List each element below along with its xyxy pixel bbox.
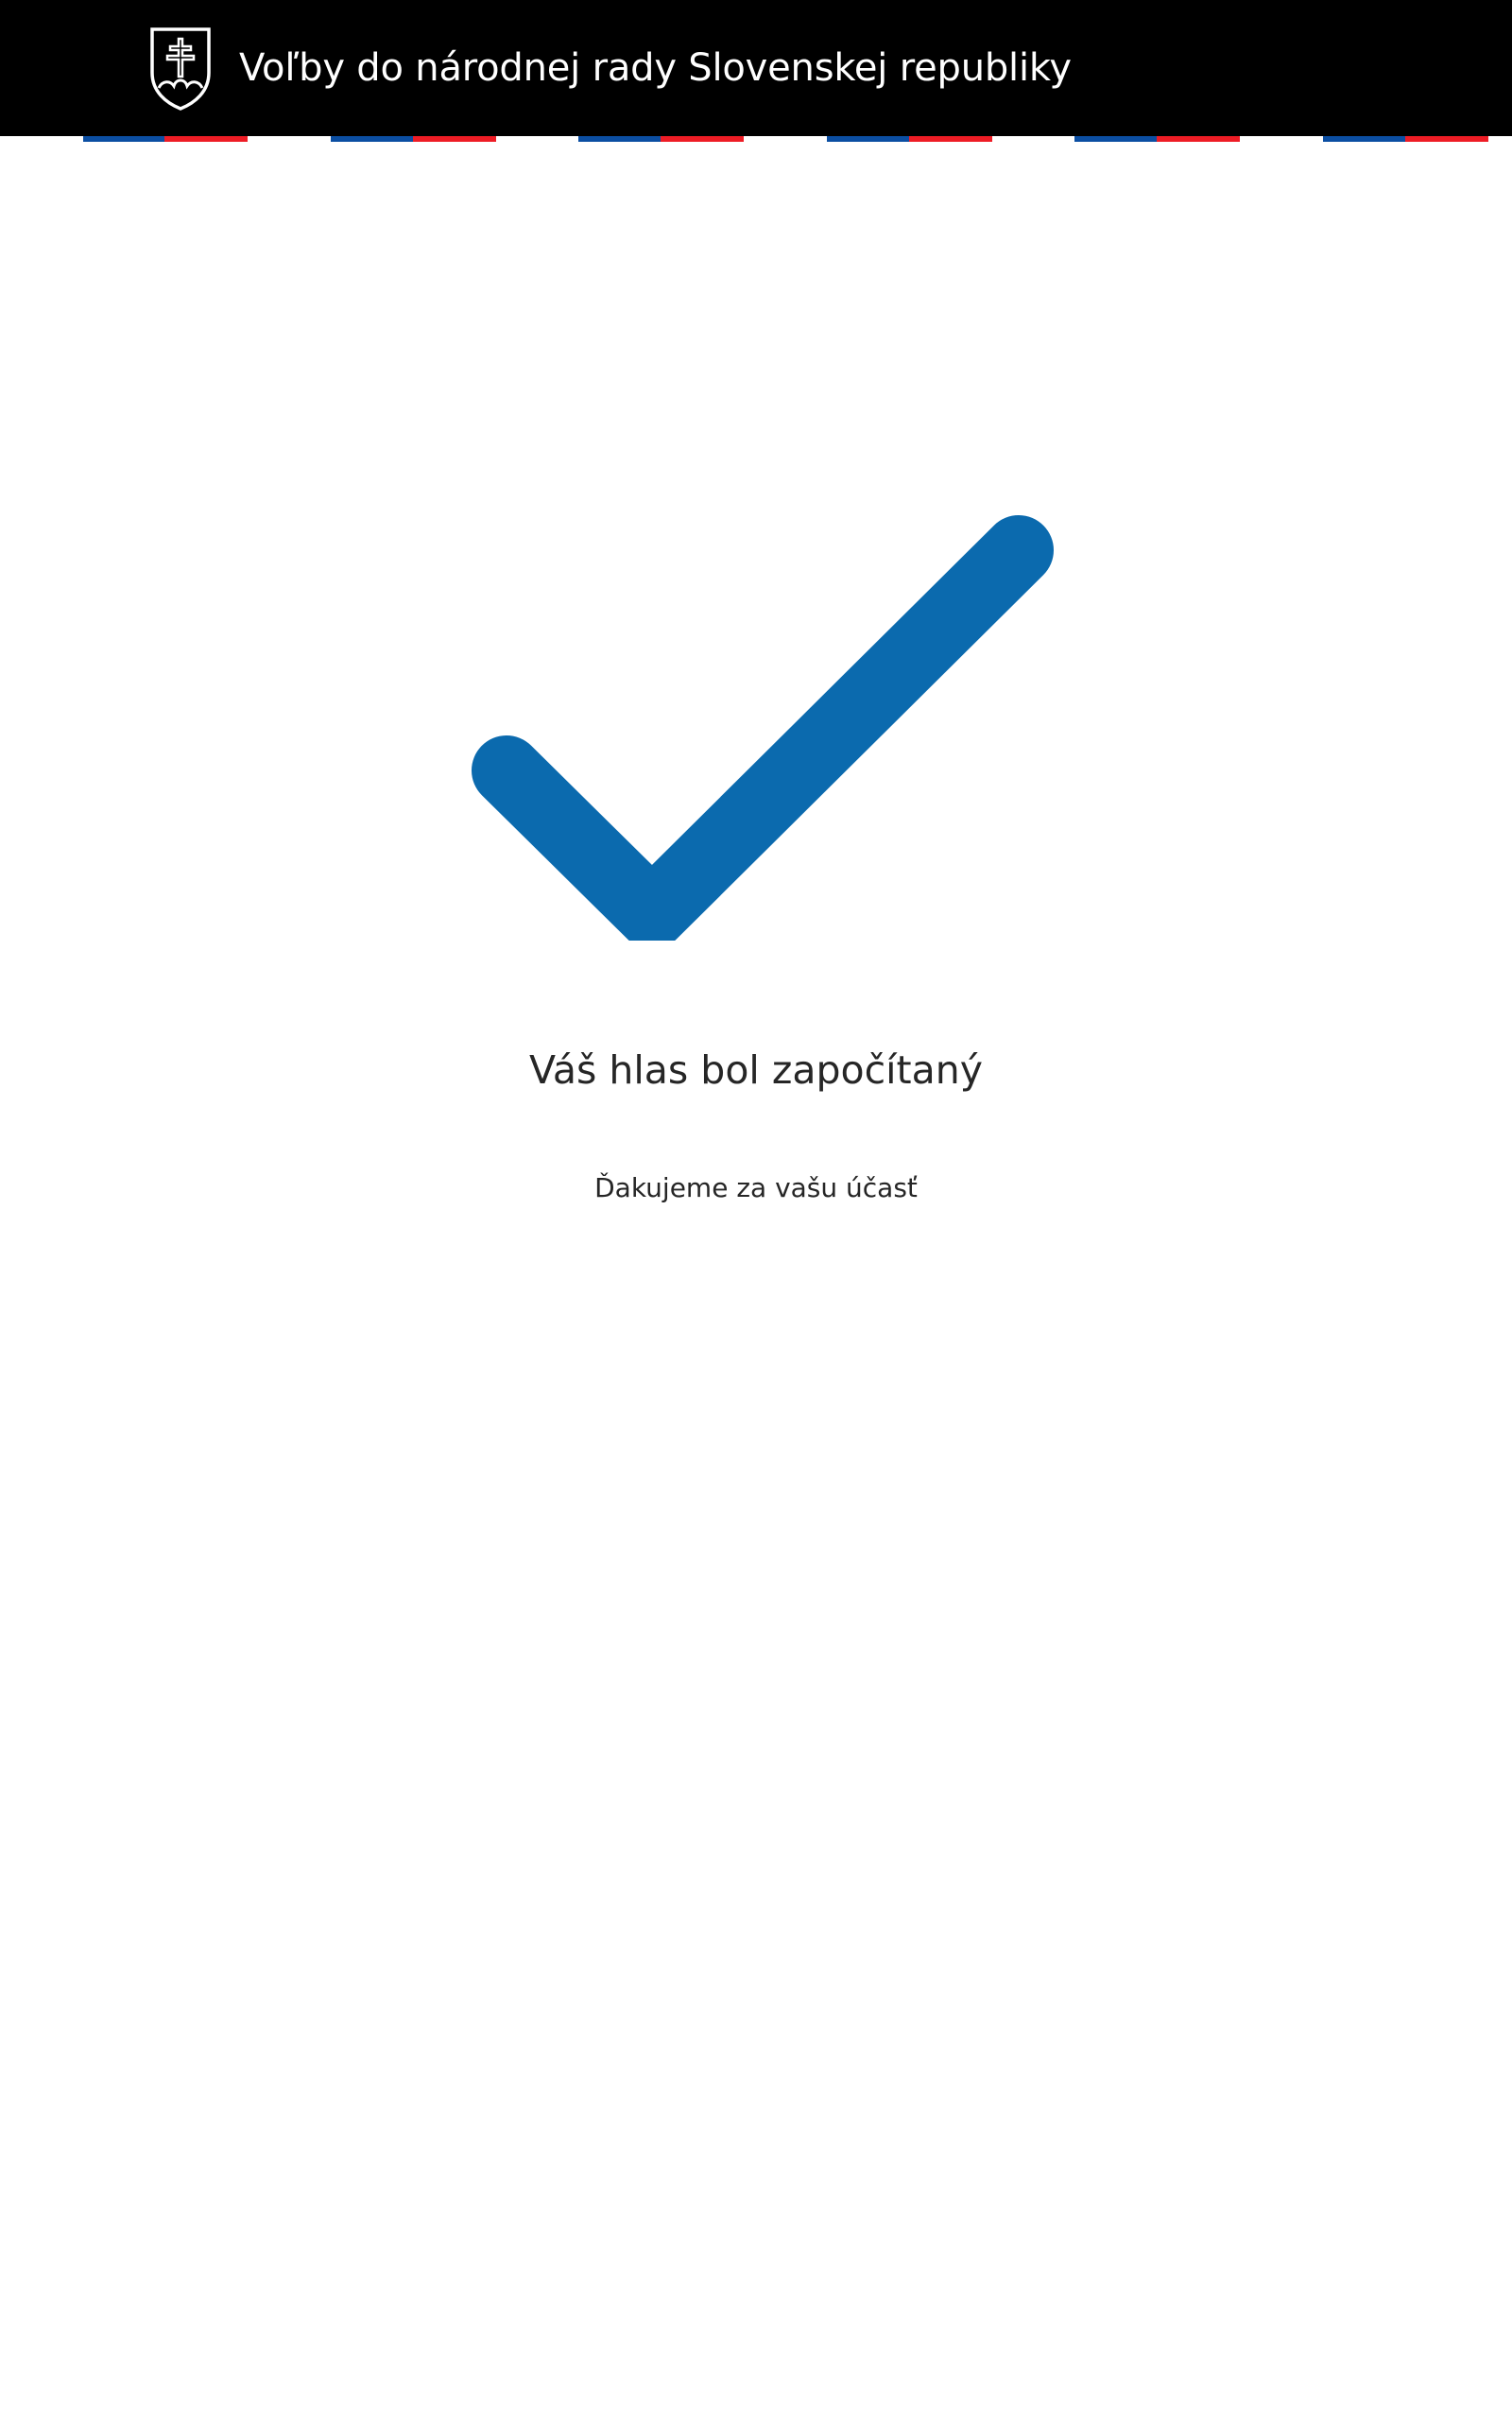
checkmark-icon bbox=[472, 515, 1054, 941]
flag-stripe-red bbox=[413, 136, 496, 142]
flag-stripe-red bbox=[1405, 136, 1488, 142]
flag-stripes bbox=[0, 136, 1512, 142]
confirmation-title: Váš hlas bol započítaný bbox=[529, 1047, 983, 1093]
flag-stripe-blue bbox=[83, 136, 164, 142]
flag-stripe-blue bbox=[331, 136, 413, 142]
flag-stripe-blue bbox=[1323, 136, 1405, 142]
flag-stripe-red bbox=[164, 136, 248, 142]
flag-stripe-red bbox=[909, 136, 992, 142]
confirmation-subtitle: Ďakujeme za vašu účasť bbox=[594, 1172, 918, 1203]
flag-stripe-blue bbox=[1074, 136, 1157, 142]
flag-stripe-red bbox=[1157, 136, 1240, 142]
site-title: Voľby do národnej rady Slovenskej republ… bbox=[239, 46, 1072, 90]
flag-stripe-blue bbox=[578, 136, 661, 142]
flag-stripe-blue bbox=[827, 136, 909, 142]
coat-of-arms-icon bbox=[150, 27, 211, 111]
flag-stripe-red bbox=[661, 136, 744, 142]
site-header: Voľby do národnej rady Slovenskej republ… bbox=[0, 0, 1512, 136]
